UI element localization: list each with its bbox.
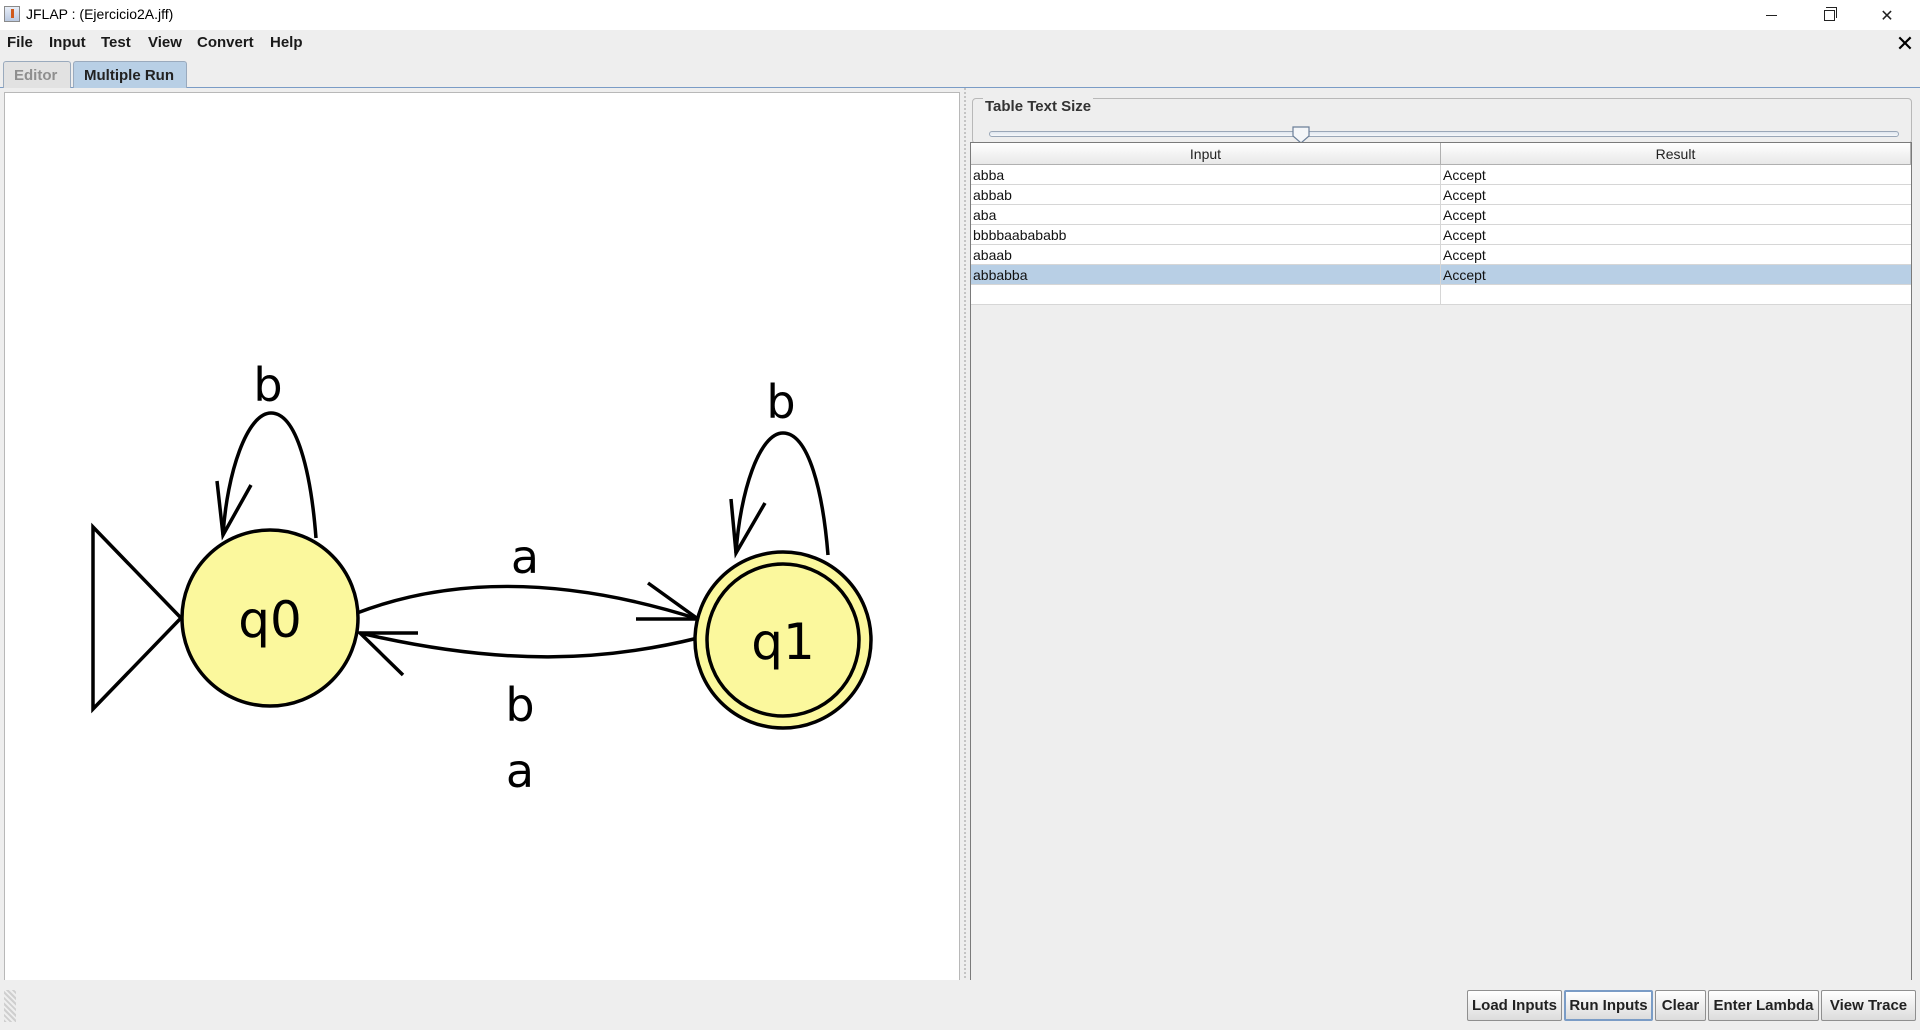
- loop-q0-arrowhead: [215, 480, 253, 541]
- inputs-table: Input Result abba Accept abbab Accept ab…: [970, 142, 1912, 982]
- minimize-button[interactable]: [1742, 0, 1800, 30]
- loop-q0: [221, 411, 318, 539]
- loop-q1: [734, 431, 830, 556]
- tab-strip: Editor Multiple Run: [0, 57, 1920, 88]
- state-q1-label: q1: [751, 613, 815, 671]
- text-size-slider[interactable]: [989, 126, 1899, 144]
- column-header-input[interactable]: Input: [971, 143, 1441, 165]
- label-q0-loop: b: [253, 358, 282, 412]
- cell-input[interactable]: bbbbaabababb: [971, 225, 1441, 245]
- menu-input[interactable]: Input: [49, 34, 86, 51]
- cell-input[interactable]: abbabba: [971, 265, 1441, 285]
- column-header-result[interactable]: Result: [1441, 143, 1911, 165]
- cell-result: Accept: [1443, 227, 1486, 243]
- table-row[interactable]: abbab Accept: [971, 185, 1911, 205]
- close-window-button[interactable]: ✕: [1858, 0, 1916, 30]
- menu-bar: File Input Test View Convert Help: [0, 30, 1920, 57]
- tab-multiple-run[interactable]: Multiple Run: [73, 61, 187, 88]
- java-app-icon: [4, 6, 20, 22]
- table-row[interactable]: aba Accept: [971, 205, 1911, 225]
- label-q0-q1: a: [511, 530, 539, 584]
- menu-file[interactable]: File: [7, 34, 33, 51]
- state-q0-label: q0: [238, 591, 302, 649]
- cell-result: Accept: [1443, 207, 1486, 223]
- loop-q1-arrowhead: [729, 498, 767, 559]
- menu-view[interactable]: View: [148, 34, 182, 51]
- restore-button[interactable]: [1800, 0, 1858, 30]
- cell-input[interactable]: [971, 285, 1441, 305]
- cell-input[interactable]: abba: [971, 165, 1441, 185]
- table-row-selected[interactable]: abbabba Accept: [971, 265, 1911, 285]
- cell-result: Accept: [1443, 187, 1486, 203]
- cell-result: Accept: [1443, 247, 1486, 263]
- initial-state-marker: [91, 522, 184, 714]
- table-row-empty[interactable]: [971, 285, 1911, 305]
- cell-input[interactable]: abaab: [971, 245, 1441, 265]
- main-area: q0 q1 b a b a b Table Text Size Input Re…: [0, 88, 1920, 984]
- menu-convert[interactable]: Convert: [197, 34, 254, 51]
- automaton-canvas[interactable]: q0 q1 b a b a b: [4, 92, 960, 984]
- menu-help[interactable]: Help: [270, 34, 303, 51]
- view-trace-button[interactable]: View Trace: [1821, 990, 1916, 1021]
- multiple-run-panel: Table Text Size Input Result abba Accept…: [970, 88, 1920, 982]
- cell-input[interactable]: abbab: [971, 185, 1441, 205]
- label-q1-q0-a: a: [506, 744, 534, 798]
- resize-grip[interactable]: [4, 990, 16, 1022]
- restore-icon: [1823, 6, 1837, 21]
- label-q1-loop: b: [766, 375, 795, 429]
- title-bar: JFLAP : (Ejercicio2A.jff) ✕: [0, 0, 1920, 30]
- label-q1-q0-b: b: [505, 678, 534, 732]
- table-row[interactable]: bbbbaabababb Accept: [971, 225, 1911, 245]
- tab-editor[interactable]: Editor: [3, 61, 71, 88]
- close-icon: ✕: [1880, 5, 1894, 25]
- bottom-toolbar: Load Inputs Run Inputs Clear Enter Lambd…: [0, 980, 1920, 1030]
- close-icon: ✕: [1895, 31, 1915, 57]
- edge-q0-q1: [356, 584, 699, 621]
- table-body: abba Accept abbab Accept aba Accept bbbb…: [971, 165, 1911, 305]
- minimize-icon: [1765, 14, 1777, 16]
- cell-result: [1441, 285, 1911, 305]
- table-row[interactable]: abaab Accept: [971, 245, 1911, 265]
- table-header: Input Result: [971, 143, 1911, 165]
- cell-result: Accept: [1443, 167, 1486, 183]
- window-title: JFLAP : (Ejercicio2A.jff): [26, 6, 174, 22]
- cell-result: Accept: [1443, 267, 1486, 283]
- close-tab-button[interactable]: ✕: [1893, 31, 1917, 57]
- edge-q0-q1-arrowhead: [636, 581, 704, 621]
- split-pane-divider[interactable]: [960, 88, 970, 980]
- automaton-diagram: q0 q1 b a b a b: [91, 358, 873, 798]
- load-inputs-button[interactable]: Load Inputs: [1467, 990, 1562, 1021]
- table-row[interactable]: abba Accept: [971, 165, 1911, 185]
- clear-button[interactable]: Clear: [1655, 990, 1706, 1021]
- menu-test[interactable]: Test: [101, 34, 131, 51]
- table-text-size-group: Table Text Size: [972, 98, 1912, 144]
- run-inputs-button[interactable]: Run Inputs: [1564, 990, 1653, 1021]
- cell-input[interactable]: aba: [971, 205, 1441, 225]
- edge-q1-q0: [359, 631, 699, 659]
- enter-lambda-button[interactable]: Enter Lambda: [1708, 990, 1819, 1021]
- table-text-size-label: Table Text Size: [983, 98, 1094, 115]
